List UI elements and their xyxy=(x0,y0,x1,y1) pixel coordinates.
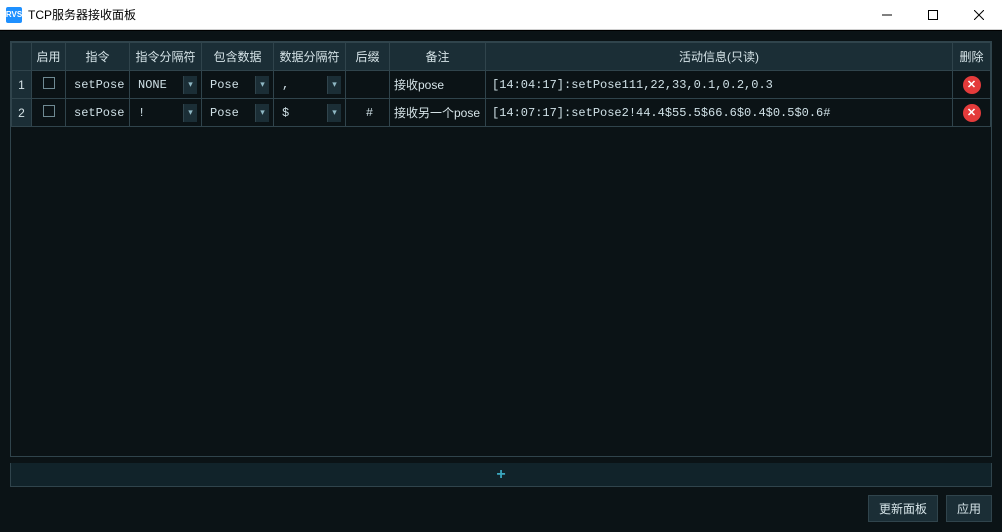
header-note: 备注 xyxy=(390,43,486,71)
data-cell[interactable]: ▾ xyxy=(202,71,274,99)
data-input[interactable] xyxy=(206,99,255,126)
header-delete: 删除 xyxy=(953,43,991,71)
cmd-input[interactable] xyxy=(70,71,125,98)
window-title: TCP服务器接收面板 xyxy=(28,6,136,23)
receive-table: 启用 指令 指令分隔符 包含数据 数据分隔符 后缀 备注 活动信息(只读) 删除… xyxy=(10,41,992,457)
data-input[interactable] xyxy=(206,71,255,98)
app-icon: RVS xyxy=(6,7,22,23)
enable-cell[interactable] xyxy=(32,99,66,127)
cmd-cell[interactable] xyxy=(66,99,130,127)
chevron-down-icon[interactable]: ▾ xyxy=(327,104,341,122)
delete-row-button[interactable]: ✕ xyxy=(963,104,981,122)
cmd-delim-input[interactable] xyxy=(134,71,183,98)
note-cell[interactable]: 接收pose xyxy=(390,71,486,99)
cmd-cell[interactable] xyxy=(66,71,130,99)
header-enable: 启用 xyxy=(32,43,66,71)
info-cell: [14:07:17]:setPose2!44.4$55.5$66.6$0.4$0… xyxy=(486,99,953,127)
row-index: 2 xyxy=(12,99,32,127)
titlebar: RVS TCP服务器接收面板 xyxy=(0,0,1002,30)
note-cell[interactable]: 接收另一个pose xyxy=(390,99,486,127)
delete-cell[interactable]: ✕ xyxy=(953,71,991,99)
minimize-button[interactable] xyxy=(864,0,910,30)
header-row: 启用 指令 指令分隔符 包含数据 数据分隔符 后缀 备注 活动信息(只读) 删除 xyxy=(12,43,991,71)
header-suffix: 后缀 xyxy=(346,43,390,71)
maximize-button[interactable] xyxy=(910,0,956,30)
chevron-down-icon[interactable]: ▾ xyxy=(255,104,269,122)
header-index xyxy=(12,43,32,71)
suffix-input[interactable] xyxy=(350,99,385,126)
client-area: 启用 指令 指令分隔符 包含数据 数据分隔符 后缀 备注 活动信息(只读) 删除… xyxy=(0,30,1002,532)
delete-row-button[interactable]: ✕ xyxy=(963,76,981,94)
table-empty-area xyxy=(11,127,991,456)
close-button[interactable] xyxy=(956,0,1002,30)
data-cell[interactable]: ▾ xyxy=(202,99,274,127)
info-cell: [14:04:17]:setPose111,22,33,0.1,0.2,0.3 xyxy=(486,71,953,99)
cmd-delim-cell[interactable]: ▾ xyxy=(130,71,202,99)
suffix-input[interactable] xyxy=(350,71,385,98)
data-delim-cell[interactable]: ▾ xyxy=(274,99,346,127)
table-row: 1 ▾ ▾ ▾ 接收pose [14:04:17]:setPose111,22,… xyxy=(12,71,991,99)
bottom-button-row: 更新面板 应用 xyxy=(10,495,992,522)
delete-cell[interactable]: ✕ xyxy=(953,99,991,127)
refresh-panel-button[interactable]: 更新面板 xyxy=(868,495,938,522)
suffix-cell[interactable] xyxy=(346,71,390,99)
enable-checkbox[interactable] xyxy=(43,105,55,117)
header-cmd-delim: 指令分隔符 xyxy=(130,43,202,71)
cmd-delim-cell[interactable]: ▾ xyxy=(130,99,202,127)
enable-checkbox[interactable] xyxy=(43,77,55,89)
chevron-down-icon[interactable]: ▾ xyxy=(183,104,197,122)
chevron-down-icon[interactable]: ▾ xyxy=(255,76,269,94)
chevron-down-icon[interactable]: ▾ xyxy=(183,76,197,94)
window-controls xyxy=(864,0,1002,30)
chevron-down-icon[interactable]: ▾ xyxy=(327,76,341,94)
data-delim-cell[interactable]: ▾ xyxy=(274,71,346,99)
header-cmd: 指令 xyxy=(66,43,130,71)
cmd-delim-input[interactable] xyxy=(134,99,183,126)
suffix-cell[interactable] xyxy=(346,99,390,127)
cmd-input[interactable] xyxy=(70,99,125,126)
data-delim-input[interactable] xyxy=(278,71,327,98)
enable-cell[interactable] xyxy=(32,71,66,99)
header-info: 活动信息(只读) xyxy=(486,43,953,71)
data-delim-input[interactable] xyxy=(278,99,327,126)
add-row-button[interactable]: + xyxy=(10,463,992,487)
row-index: 1 xyxy=(12,71,32,99)
table-row: 2 ▾ ▾ ▾ 接收另一个pose [14:07:17]:setPose2!44… xyxy=(12,99,991,127)
header-data-delim: 数据分隔符 xyxy=(274,43,346,71)
header-data: 包含数据 xyxy=(202,43,274,71)
apply-button[interactable]: 应用 xyxy=(946,495,992,522)
